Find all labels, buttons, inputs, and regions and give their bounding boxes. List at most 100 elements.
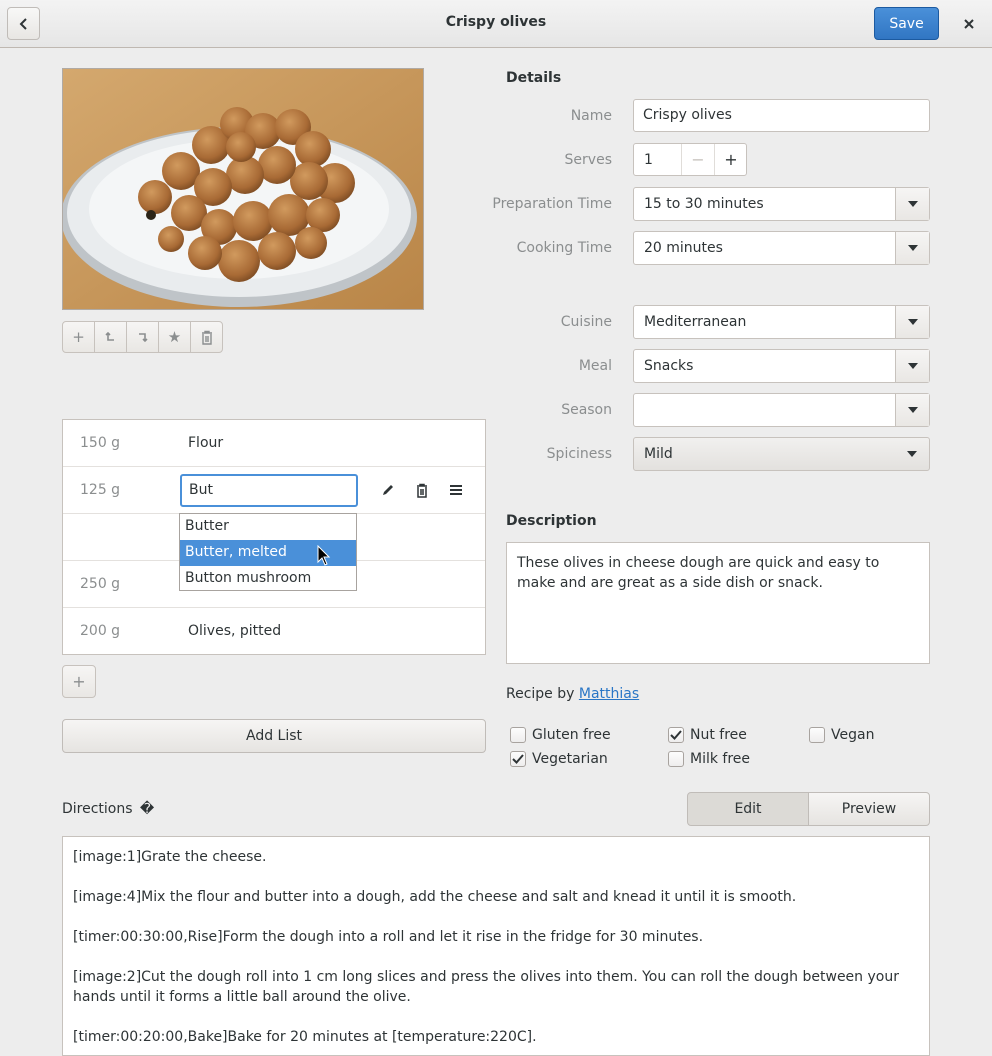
edit-ingredient-button[interactable] xyxy=(379,481,397,499)
meal-value: Snacks xyxy=(644,358,694,374)
ingredient-row[interactable]: 200 g Olives, pitted xyxy=(63,608,485,655)
checkbox-vegan[interactable]: Vegan xyxy=(809,727,874,743)
chevron-down-icon xyxy=(907,319,918,325)
serves-label: Serves xyxy=(564,152,612,168)
direction-step: [timer:00:20:00,Bake]Bake for 20 minutes… xyxy=(73,1029,537,1045)
ingredient-name-input[interactable]: But xyxy=(180,474,358,507)
cuisine-value: Mediterranean xyxy=(644,314,747,330)
trash-icon xyxy=(201,330,212,345)
checkbox-box[interactable] xyxy=(668,751,684,767)
add-list-button[interactable]: Add List xyxy=(62,719,486,753)
preview-toggle-button[interactable]: Preview xyxy=(808,792,930,826)
ingredient-row-editing[interactable]: 125 g But xyxy=(63,467,485,514)
cuisine-dropdown-button[interactable] xyxy=(895,306,929,338)
plus-icon: + xyxy=(724,150,738,169)
pencil-icon xyxy=(383,485,393,495)
checkbox-nut-free[interactable]: Nut free xyxy=(668,727,747,743)
rotate-right-button[interactable] xyxy=(126,321,159,353)
prep-time-dropdown-button[interactable] xyxy=(895,188,929,220)
mouse-pointer-icon xyxy=(317,545,331,566)
save-button[interactable]: Save xyxy=(874,7,939,40)
spiciness-value: Mild xyxy=(644,446,673,462)
checkbox-box[interactable] xyxy=(668,727,684,743)
description-title: Description xyxy=(506,513,597,529)
rotate-right-icon xyxy=(138,333,148,343)
details-title: Details xyxy=(506,70,562,86)
directions-help-icon[interactable]: � xyxy=(139,800,155,818)
ingredient-row[interactable]: 150 g Flour xyxy=(63,420,485,467)
season-combo[interactable] xyxy=(633,393,930,427)
cooking-time-dropdown-button[interactable] xyxy=(895,232,929,264)
name-field[interactable]: Crispy olives xyxy=(633,99,930,132)
delete-image-button[interactable] xyxy=(190,321,223,353)
checkbox-milk-free[interactable]: Milk free xyxy=(668,751,750,767)
checkbox-label: Vegan xyxy=(831,727,875,743)
drag-handle[interactable] xyxy=(447,481,465,499)
window-title: Crispy olives xyxy=(445,14,547,30)
meal-label: Meal xyxy=(578,358,612,374)
season-dropdown-button[interactable] xyxy=(895,394,929,426)
directions-textarea[interactable]: [image:1]Grate the cheese. [image:4]Mix … xyxy=(62,836,930,1056)
checkbox-gluten-free[interactable]: Gluten free xyxy=(510,727,611,743)
cooking-time-label: Cooking Time xyxy=(516,240,612,256)
direction-step: [image:2]Cut the dough roll into 1 cm lo… xyxy=(73,969,899,1005)
author-link[interactable]: Matthias xyxy=(579,686,639,702)
prep-time-combo[interactable]: 15 to 30 minutes xyxy=(633,187,930,221)
plus-icon: + xyxy=(72,328,85,346)
ingredient-name: Olives, pitted xyxy=(188,623,282,639)
ingredient-name: Flour xyxy=(188,435,224,451)
recipe-photo xyxy=(62,68,424,310)
autocomplete-item[interactable]: Button mushroom xyxy=(180,566,356,592)
checkbox-label: Nut free xyxy=(690,727,747,743)
set-default-image-button[interactable]: ★ xyxy=(158,321,191,353)
add-ingredient-button[interactable]: + xyxy=(62,665,96,698)
ingredient-amount: 250 g xyxy=(80,576,121,592)
meal-combo[interactable]: Snacks xyxy=(633,349,930,383)
checkmark-icon xyxy=(512,754,524,764)
autocomplete-item[interactable]: Butter xyxy=(180,514,356,540)
checkbox-box[interactable] xyxy=(510,751,526,767)
checkbox-vegetarian[interactable]: Vegetarian xyxy=(510,751,608,767)
spiciness-select[interactable]: Mild xyxy=(633,437,930,471)
checkbox-label: Vegetarian xyxy=(532,751,608,767)
description-textarea[interactable]: These olives in cheese dough are quick a… xyxy=(506,542,930,664)
trash-icon xyxy=(417,483,427,498)
recipe-author-line: Recipe by Matthias xyxy=(506,686,639,702)
spiciness-label: Spiciness xyxy=(546,446,612,462)
checkbox-label: Milk free xyxy=(690,751,751,767)
meal-dropdown-button[interactable] xyxy=(895,350,929,382)
season-label: Season xyxy=(561,402,612,418)
hamburger-icon xyxy=(450,485,462,495)
checkmark-icon xyxy=(670,730,682,740)
rotate-left-button[interactable] xyxy=(94,321,127,353)
prep-time-value: 15 to 30 minutes xyxy=(644,196,764,212)
recipe-by-label: Recipe by xyxy=(506,686,575,702)
close-icon xyxy=(963,18,974,29)
help-glyph: � xyxy=(139,801,155,817)
cooking-time-value: 20 minutes xyxy=(644,240,723,256)
chevron-down-icon xyxy=(907,407,918,413)
spiciness-dropdown-arrow xyxy=(895,438,929,470)
cooking-time-combo[interactable]: 20 minutes xyxy=(633,231,930,265)
ingredient-amount: 200 g xyxy=(80,623,121,639)
header-bar: Crispy olives Save xyxy=(0,0,992,48)
minus-icon: − xyxy=(691,150,705,169)
checkbox-box[interactable] xyxy=(809,727,825,743)
checkbox-label: Gluten free xyxy=(532,727,611,743)
serves-stepper[interactable]: 1 − + xyxy=(633,143,747,176)
name-label: Name xyxy=(570,108,612,124)
rotate-left-icon xyxy=(104,331,114,341)
chevron-down-icon xyxy=(907,451,917,457)
checkbox-box[interactable] xyxy=(510,727,526,743)
photo-toolbar: + ★ xyxy=(62,321,223,353)
close-button[interactable] xyxy=(952,7,985,40)
edit-toggle-button[interactable]: Edit xyxy=(687,792,809,826)
decrement-button[interactable]: − xyxy=(681,144,714,175)
delete-ingredient-button[interactable] xyxy=(413,481,431,499)
cuisine-label: Cuisine xyxy=(560,314,612,330)
direction-step: [timer:00:30:00,Rise]Form the dough into… xyxy=(73,929,704,945)
increment-button[interactable]: + xyxy=(714,144,747,175)
ingredient-amount: 150 g xyxy=(80,435,121,451)
cuisine-combo[interactable]: Mediterranean xyxy=(633,305,930,339)
add-image-button[interactable]: + xyxy=(62,321,95,353)
